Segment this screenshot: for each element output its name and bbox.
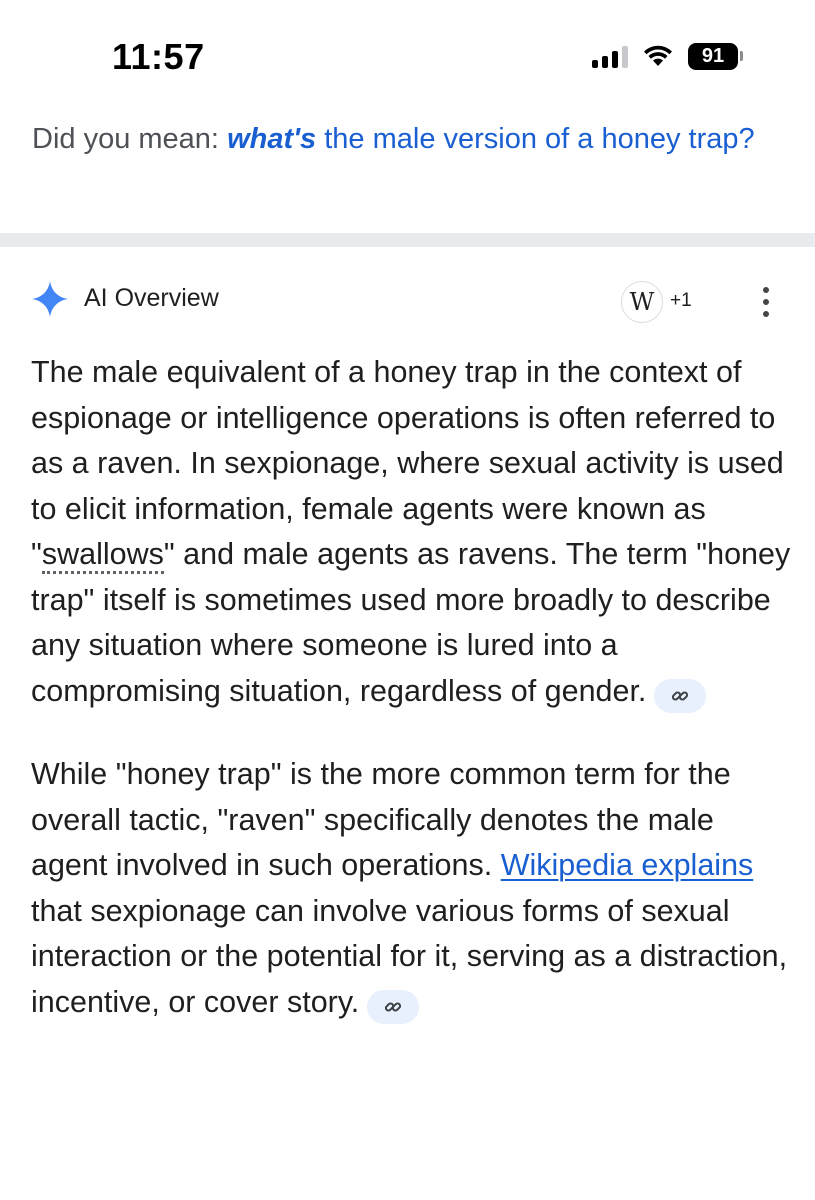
status-icons: 91	[592, 38, 743, 74]
gemini-spark-icon	[32, 281, 68, 317]
source-count[interactable]: +1	[670, 290, 692, 312]
status-time: 11:57	[112, 36, 205, 77]
ai-overview-header: AI Overview W +1	[0, 272, 815, 332]
battery-icon: 91	[688, 42, 743, 70]
overview-paragraph-2: While "honey trap" is the more common te…	[31, 752, 791, 1025]
overview-paragraph-1: The male equivalent of a honey trap in t…	[31, 350, 791, 714]
ai-overview-title: AI Overview	[84, 284, 219, 312]
suggestion-query[interactable]: the male version of a honey trap?	[324, 123, 754, 155]
status-bar: 11:57 91	[0, 0, 815, 100]
wikipedia-explains-link[interactable]: Wikipedia explains	[501, 848, 754, 882]
did-you-mean-suggestion[interactable]: Did you mean: what's the male version of…	[32, 116, 772, 162]
swallows-term[interactable]: swallows	[41, 537, 164, 574]
citation-chip[interactable]	[367, 989, 420, 1024]
section-divider	[0, 233, 815, 247]
wifi-icon	[644, 45, 672, 66]
citation-chip[interactable]	[654, 678, 707, 713]
suggestion-correction[interactable]: what's	[227, 123, 316, 155]
ai-overview-body: The male equivalent of a honey trap in t…	[31, 350, 791, 1025]
signal-icon	[592, 44, 628, 68]
wikipedia-source-icon[interactable]: W	[621, 281, 663, 323]
suggestion-prefix: Did you mean:	[32, 123, 219, 155]
battery-level: 91	[688, 42, 738, 70]
link-icon	[385, 1001, 402, 1012]
link-icon	[672, 690, 689, 701]
more-options-icon[interactable]	[756, 287, 776, 317]
